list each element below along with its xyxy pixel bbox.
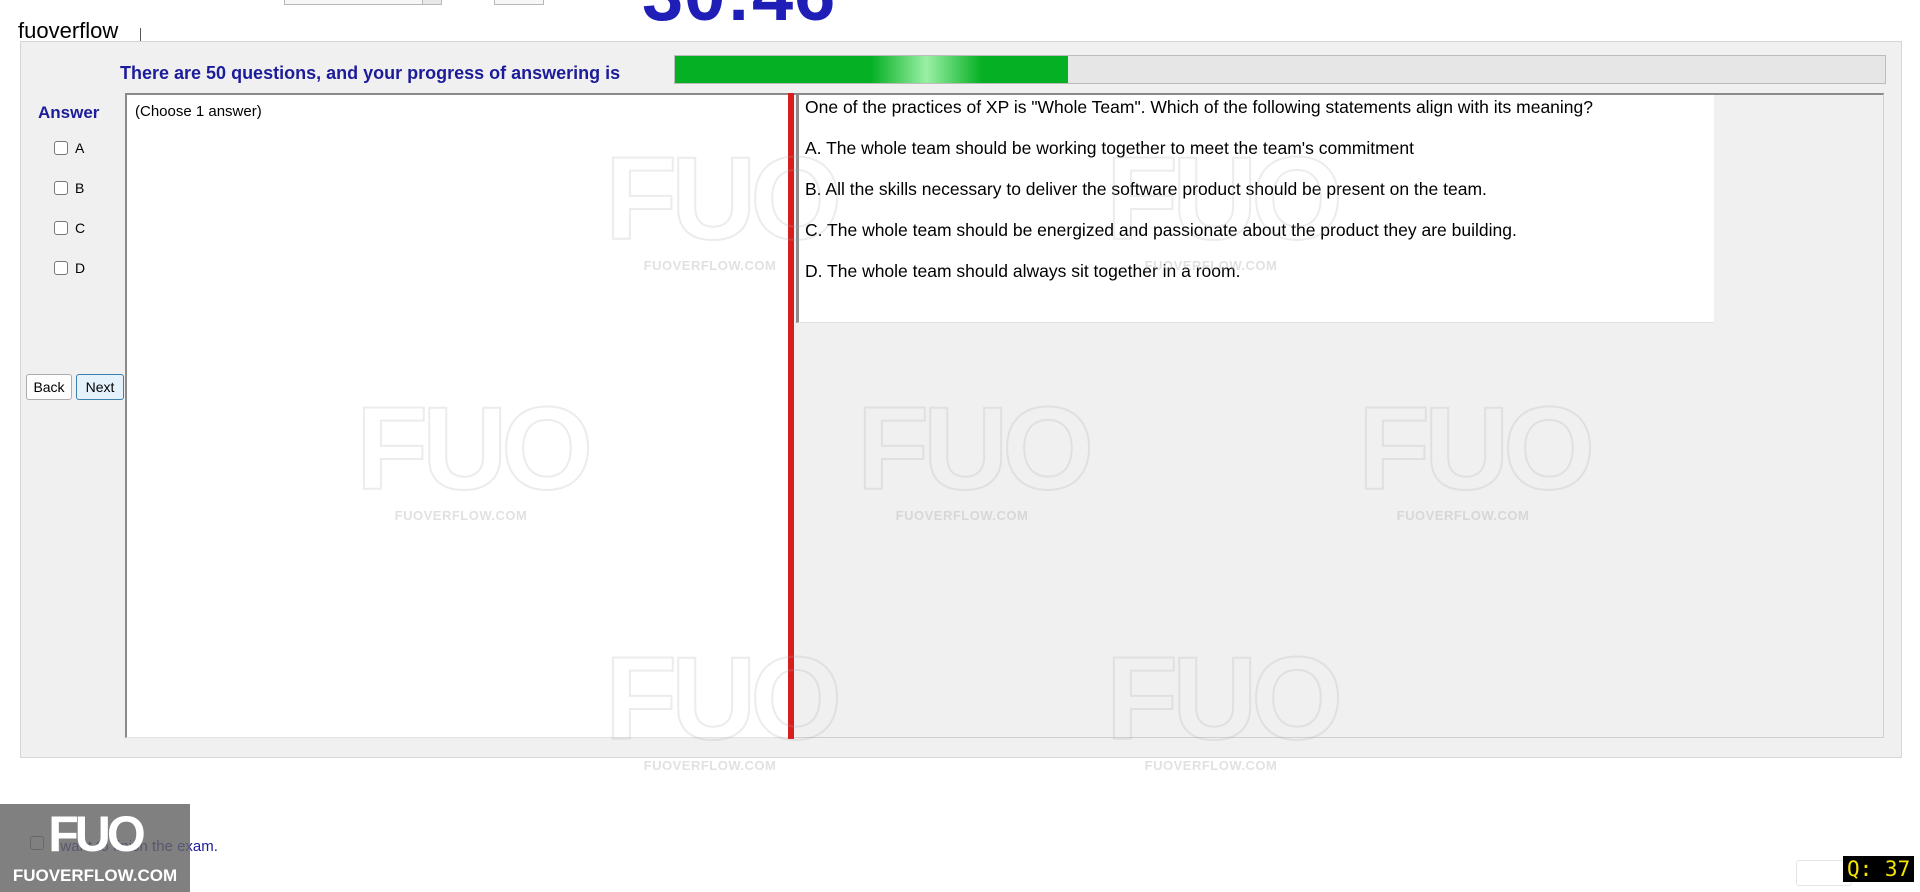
site-logo-mark: FUO bbox=[48, 806, 146, 862]
answer-option-d-label: D bbox=[75, 260, 86, 276]
question-box: One of the practices of XP is "Whole Tea… bbox=[796, 95, 1714, 323]
answer-option-c[interactable]: C bbox=[54, 220, 85, 236]
checkbox-b[interactable] bbox=[54, 181, 68, 195]
question-stem: One of the practices of XP is "Whole Tea… bbox=[805, 97, 1593, 117]
answer-option-b[interactable]: B bbox=[54, 180, 84, 196]
back-button[interactable]: Back bbox=[26, 374, 72, 400]
question-counter: Q: 37 bbox=[1843, 856, 1915, 882]
answer-option-c-label: C bbox=[75, 220, 86, 236]
question-option-a: A. The whole team should be working toge… bbox=[805, 138, 1415, 158]
checkbox-c[interactable] bbox=[54, 221, 68, 235]
answer-panel[interactable]: (Choose 1 answer) bbox=[125, 93, 789, 738]
next-button[interactable]: Next bbox=[76, 374, 124, 400]
countdown-timer: 30:46 bbox=[642, 0, 836, 37]
progress-label: There are 50 questions, and your progres… bbox=[120, 63, 621, 83]
top-small-field[interactable] bbox=[494, 0, 544, 5]
answer-option-d[interactable]: D bbox=[54, 260, 85, 276]
question-option-d: D. The whole team should always sit toge… bbox=[805, 261, 1241, 281]
site-logo: FUO FUOVERFLOW.COM bbox=[0, 804, 190, 892]
answer-option-b-label: B bbox=[75, 180, 85, 196]
progress-bar-fill bbox=[675, 56, 1069, 83]
choose-hint: (Choose 1 answer) bbox=[135, 103, 262, 120]
answer-heading: Answer bbox=[38, 103, 100, 122]
answer-option-a-label: A bbox=[75, 140, 85, 156]
progress-bar bbox=[674, 55, 1886, 84]
checkbox-a[interactable] bbox=[54, 141, 68, 155]
site-logo-text: FUOVERFLOW.COM bbox=[12, 866, 178, 885]
answer-option-a[interactable]: A bbox=[54, 140, 84, 156]
question-option-c: C. The whole team should be energized an… bbox=[805, 220, 1517, 240]
top-dropdown[interactable] bbox=[284, 0, 442, 5]
question-option-b: B. All the skills necessary to deliver t… bbox=[805, 179, 1487, 199]
checkbox-d[interactable] bbox=[54, 261, 68, 275]
